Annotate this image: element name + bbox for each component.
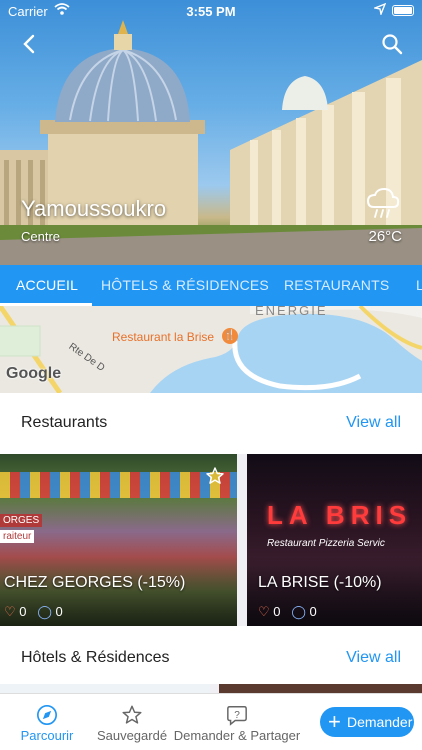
nav-sauvegarde[interactable]: Sauvegardé	[92, 694, 172, 750]
restaurants-title: Restaurants	[21, 414, 108, 431]
comment-icon[interactable]: ◯	[37, 604, 52, 619]
restaurant-name: LA BRISE (-10%)	[258, 574, 382, 591]
likes-count: 0	[19, 604, 27, 619]
city-name: Yamoussoukro	[21, 196, 167, 221]
nav-label: Demander & Partager	[173, 728, 301, 743]
storefront-banner	[0, 472, 237, 498]
bottom-tab-bar: Parcourir Sauvegardé ? Demander & Partag…	[0, 693, 422, 750]
location-arrow-icon	[374, 3, 386, 15]
basilica-illustration	[0, 20, 422, 265]
tab-accueil[interactable]: ACCUEIL	[16, 265, 78, 306]
hotels-section-header: Hôtels & Résidences View all	[0, 626, 422, 684]
map-place-label[interactable]: Restaurant la Brise	[112, 330, 214, 344]
favorite-star-icon[interactable]	[205, 466, 225, 486]
comments-count: 0	[309, 604, 317, 619]
compass-icon	[37, 705, 57, 725]
tab-restaurants[interactable]: RESTAURANTS	[284, 265, 389, 306]
plus-icon: +	[328, 709, 341, 734]
city-region: Centre	[21, 229, 61, 244]
hero-banner: Carrier 3:55 PM Yamoussoukro Centre 26°C	[0, 0, 422, 265]
google-logo: Google	[6, 365, 62, 382]
map-area-label: ENERGIE	[255, 306, 328, 318]
cloud-rain-icon	[366, 187, 400, 218]
nav-label: Sauvegardé	[96, 728, 168, 743]
hotels-view-all-link[interactable]: View all	[346, 649, 401, 667]
question-bubble-icon: ?	[227, 706, 247, 726]
tab-more[interactable]: L	[416, 265, 422, 306]
restaurant-card-la-brise[interactable]: LA BRIS Restaurant Pizzeria Servic LA BR…	[247, 454, 422, 626]
status-bar: Carrier 3:55 PM	[0, 0, 422, 22]
svg-text:?: ?	[234, 710, 240, 721]
nav-demander-partager[interactable]: ? Demander & Partager	[172, 694, 302, 750]
likes-count: 0	[273, 604, 281, 619]
category-tabs: ACCUEIL HÔTELS & RÉSIDENCES RESTAURANTS …	[0, 265, 422, 306]
heart-icon[interactable]: ♡	[4, 604, 16, 619]
comment-icon[interactable]: ◯	[291, 604, 306, 619]
restaurants-section-header: Restaurants View all	[0, 393, 422, 454]
restaurant-name: CHEZ GEORGES (-15%)	[4, 574, 186, 591]
storefront-sign-sub: raiteur	[0, 530, 35, 543]
card-stats: ♡ 0 ◯ 0	[258, 604, 317, 620]
neon-sign-sub: Restaurant Pizzeria Servic	[267, 538, 385, 549]
battery-icon	[392, 5, 414, 16]
demander-button[interactable]: + Demander	[320, 707, 414, 737]
card-stats: ♡ 0 ◯ 0	[4, 604, 63, 620]
nav-parcourir[interactable]: Parcourir	[12, 694, 82, 750]
storefront-sign: ORGES	[0, 514, 43, 527]
tab-hotels-residences[interactable]: HÔTELS & RÉSIDENCES	[101, 265, 269, 306]
map-background	[0, 306, 422, 393]
temperature-label: 26°C	[368, 228, 402, 245]
search-icon[interactable]	[380, 32, 404, 56]
hotels-title: Hôtels & Résidences	[21, 649, 170, 666]
restaurants-view-all-link[interactable]: View all	[346, 414, 401, 432]
star-icon	[122, 705, 142, 724]
comments-count: 0	[55, 604, 63, 619]
back-chevron-icon[interactable]	[18, 32, 42, 56]
demander-label: Demander	[347, 714, 413, 730]
status-time: 3:55 PM	[186, 4, 236, 19]
map-view[interactable]: ENERGIE Restaurant la Brise 🍴 Rte De D G…	[0, 306, 422, 393]
neon-sign: LA BRIS	[267, 500, 413, 530]
restaurant-card-chez-georges[interactable]: ORGES raiteur CHEZ GEORGES (-15%) ♡ 0 ◯ …	[0, 454, 237, 626]
nav-label: Parcourir	[20, 728, 74, 743]
restaurant-pin-icon[interactable]: 🍴	[222, 328, 238, 344]
heart-icon[interactable]: ♡	[258, 604, 270, 619]
